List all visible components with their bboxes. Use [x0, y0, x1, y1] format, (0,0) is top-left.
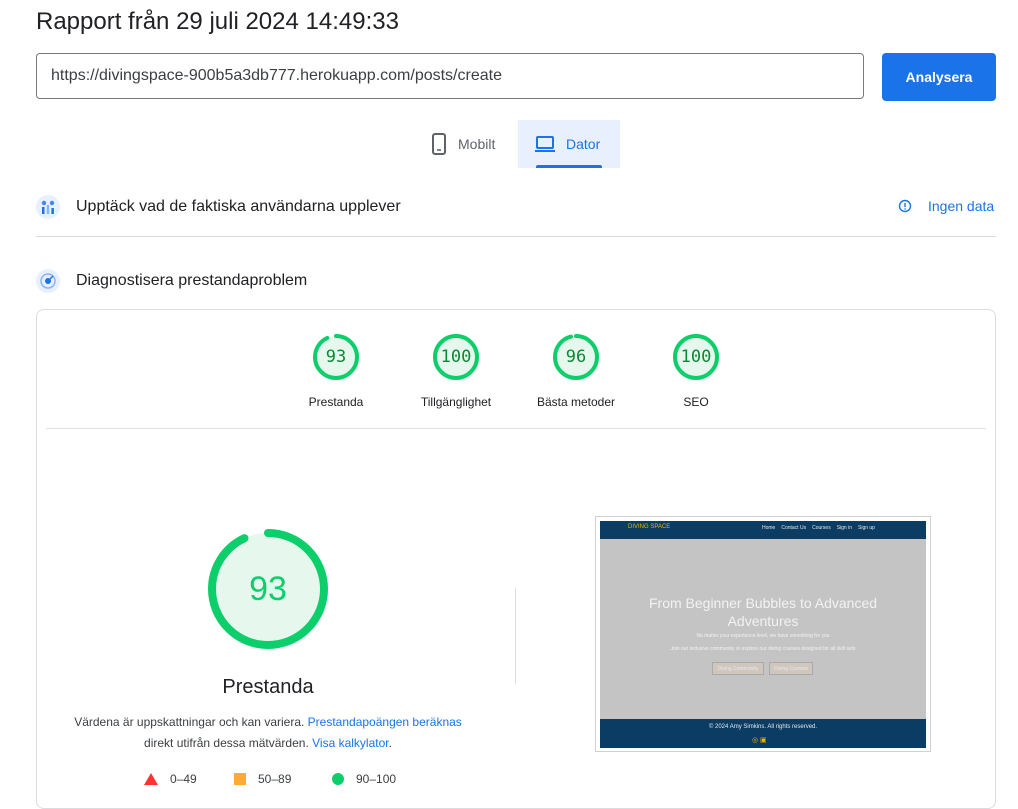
calculator-link[interactable]: Visa kalkylator	[312, 736, 388, 750]
no-data-label: Ingen data	[928, 198, 995, 214]
score-gauge-performance[interactable]: 93 Prestanda	[286, 333, 386, 409]
screenshot-headline: From Beginner Bubbles to Advanced Advent…	[648, 595, 878, 629]
tab-selected-indicator	[536, 165, 602, 168]
triangle-icon	[144, 773, 158, 785]
url-input[interactable]	[36, 53, 864, 99]
screenshot-subtext: No matter your experience level, we have…	[696, 633, 830, 639]
score-gauge-seo[interactable]: 100 SEO	[646, 333, 746, 409]
tab-desktop-label: Dator	[566, 136, 601, 152]
field-data-section-header: Upptäck vad de faktiska användarna upple…	[36, 194, 996, 220]
tab-mobile[interactable]: Mobilt	[420, 120, 518, 168]
gauge-score: 93	[325, 347, 347, 367]
tab-desktop[interactable]: Dator	[518, 120, 620, 168]
screenshot-copyright: © 2024 Amy Simkins. All rights reserved.	[708, 724, 818, 730]
gauge-label: SEO	[683, 395, 709, 409]
screenshot-nav-links: Home Contact Us Courses Sign in Sign up	[762, 525, 875, 531]
gauge-label: Tillgänglighet	[420, 395, 492, 409]
legend-range: 50–89	[258, 772, 292, 786]
circle-icon	[332, 773, 344, 785]
page-title: Rapport från 29 juli 2024 14:49:33	[36, 8, 399, 35]
screenshot-nav-link: Contact Us	[781, 525, 807, 531]
gauge-score: 100	[680, 347, 712, 367]
legend-range: 90–100	[356, 772, 397, 786]
score-gauge-accessibility[interactable]: 100 Tillgänglighet	[406, 333, 506, 409]
legend-range: 0–49	[170, 772, 197, 786]
lab-data-title: Diagnostisera prestandaproblem	[76, 272, 308, 289]
divider	[36, 236, 996, 237]
diagnostics-icon	[36, 269, 60, 293]
screenshot-nav-link: Courses	[812, 525, 831, 531]
desc-text: Värdena är uppskattningar och kan varier…	[74, 715, 308, 729]
performance-description: Värdena är uppskattningar och kan varier…	[56, 712, 480, 754]
field-data-title: Upptäck vad de faktiska användarna upple…	[76, 198, 401, 215]
desc-text: direkt utifrån dessa mätvärden.	[144, 736, 313, 750]
gauge-label: Bästa metoder	[536, 395, 616, 409]
divider	[46, 428, 986, 429]
screenshot-button: Diving Community	[712, 662, 764, 675]
info-icon	[898, 199, 912, 213]
no-data-link[interactable]: Ingen data	[898, 198, 994, 214]
users-chart-icon	[36, 195, 60, 219]
gauge-label: Prestanda	[308, 395, 364, 409]
analyze-button[interactable]: Analysera	[882, 53, 996, 101]
screenshot-nav-link: Sign in	[836, 525, 852, 531]
screenshot-nav-link: Home	[762, 525, 776, 531]
legend-item-pass: 90–100	[332, 772, 396, 786]
screenshot-button: Diving Courses	[769, 662, 813, 675]
tab-mobile-label: Mobilt	[458, 136, 496, 152]
score-calc-link[interactable]: Prestandapoängen beräknas	[308, 715, 462, 729]
screenshot-nav-link: Sign up	[858, 525, 875, 531]
vertical-divider	[515, 588, 516, 684]
score-gauge-best-practices[interactable]: 96 Bästa metoder	[526, 333, 626, 409]
performance-score: 93	[249, 570, 287, 608]
lab-data-section-header: Diagnostisera prestandaproblem	[36, 268, 996, 294]
screenshot-social-icons: ◎ ▣	[752, 737, 767, 744]
square-icon	[234, 773, 246, 785]
desc-text: .	[388, 736, 392, 750]
smartphone-icon	[432, 133, 446, 155]
gauge-score: 100	[440, 347, 472, 367]
gauge-score: 96	[565, 347, 587, 367]
legend-item-fail: 0–49	[144, 772, 197, 786]
screenshot-brand: DIVING SPACE	[628, 524, 671, 530]
screenshot-subtext: Join our inclusive community or explore …	[670, 646, 856, 652]
performance-label: Prestanda	[222, 676, 314, 698]
legend-item-average: 50–89	[234, 772, 291, 786]
laptop-icon	[535, 136, 555, 152]
